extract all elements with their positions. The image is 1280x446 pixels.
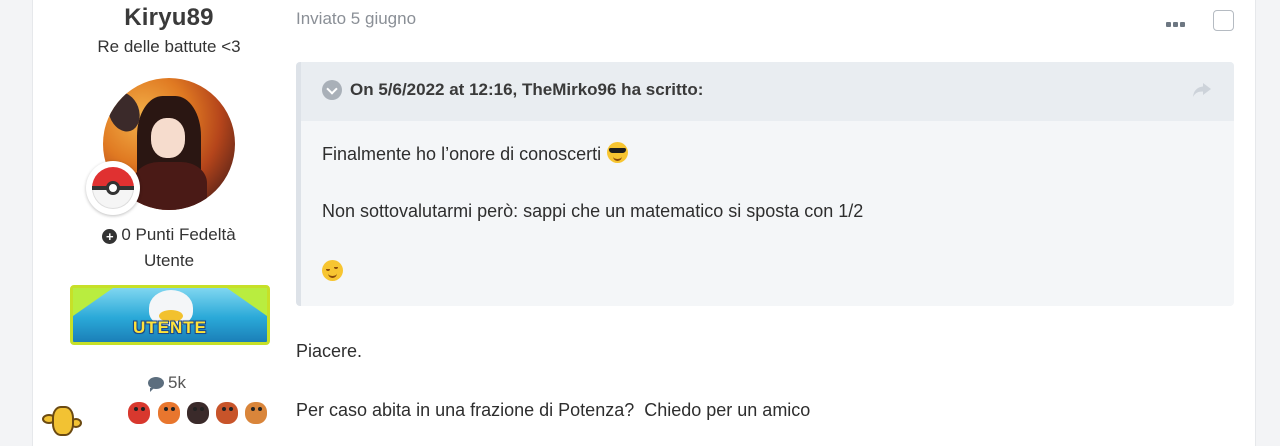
quote-line: Finalmente ho l’onore di conoscerti xyxy=(322,142,629,165)
pokemon-sprite-icon xyxy=(128,402,150,424)
author-username[interactable]: Kiryu89 xyxy=(36,4,302,32)
quote-text-1: Finalmente ho l’onore di conoscerti xyxy=(322,144,602,164)
more-options-icon[interactable] xyxy=(1166,14,1188,27)
group-badge: UTENTE xyxy=(70,285,270,345)
post-count: 5k xyxy=(148,373,186,393)
pokeball-rank-icon xyxy=(86,161,140,215)
quote-header: On 5/6/2022 at 12:16, TheMirko96 ha scri… xyxy=(301,62,1234,121)
plus-circle-icon: + xyxy=(102,229,118,244)
loyalty-points: +0 Punti Fedeltà xyxy=(36,225,302,245)
pokemon-sprites xyxy=(36,398,276,446)
pokemon-sprite-icon xyxy=(158,402,180,424)
post-date[interactable]: Inviato 5 giugno xyxy=(296,9,416,29)
quote-block: On 5/6/2022 at 12:16, TheMirko96 ha scri… xyxy=(296,62,1234,306)
group-badge-label: UTENTE xyxy=(133,318,207,337)
post-body-line: Piacere. xyxy=(296,341,363,361)
relieved-emoji-icon xyxy=(322,260,343,281)
sunglasses-emoji-icon xyxy=(607,142,629,163)
pokemon-sprite-icon xyxy=(187,402,209,424)
post-count-value: 5k xyxy=(168,373,186,392)
comment-icon xyxy=(148,377,164,392)
quote-line: Non sottovalutarmi però: sappi che un ma… xyxy=(322,201,864,221)
pokemon-sprite-icon xyxy=(216,402,238,424)
loyalty-points-text: 0 Punti Fedeltà xyxy=(121,225,236,244)
post-body-line: Per caso abita in una frazione di Potenz… xyxy=(296,400,811,420)
author-panel: Kiryu89 Re delle battute <3 +0 Punti Fed… xyxy=(36,0,302,446)
pokemon-sprite-icon xyxy=(245,402,267,424)
member-group: Utente xyxy=(143,251,195,270)
chevron-down-icon[interactable] xyxy=(322,80,342,100)
quote-line xyxy=(322,260,343,286)
share-icon[interactable] xyxy=(1192,82,1212,98)
select-post-checkbox[interactable] xyxy=(1213,10,1234,31)
author-title: Re delle battute <3 xyxy=(97,37,241,56)
pokemon-sprite-large xyxy=(40,400,84,444)
quote-citation[interactable]: On 5/6/2022 at 12:16, TheMirko96 ha scri… xyxy=(350,80,703,100)
